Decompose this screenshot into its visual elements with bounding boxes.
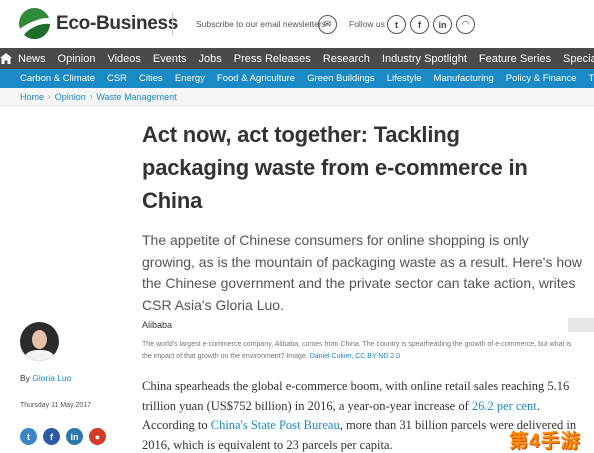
category-carbon-climate[interactable]: Carbon & Climate bbox=[14, 73, 101, 84]
site-header: Eco-Business Subscribe to our email news… bbox=[0, 0, 594, 48]
rss-icon[interactable]: ◠ bbox=[456, 15, 475, 34]
category-transport[interactable]: Transp bbox=[583, 73, 594, 84]
nav-item-videos[interactable]: Videos bbox=[101, 53, 146, 65]
side-tab[interactable] bbox=[568, 318, 594, 332]
main-nav: News Opinion Videos Events Jobs Press Re… bbox=[0, 48, 594, 69]
home-icon[interactable] bbox=[0, 53, 12, 64]
category-food-agriculture[interactable]: Food & Agriculture bbox=[211, 73, 301, 84]
body-link-growth[interactable]: 26.2 per cent bbox=[472, 399, 537, 413]
image-caption: The world's largest e-commerce company, … bbox=[142, 339, 582, 363]
author-link[interactable]: Gloria Luo bbox=[32, 373, 71, 383]
breadcrumb-waste-management[interactable]: Waste Management bbox=[96, 92, 176, 102]
site-logo[interactable]: Eco-Business bbox=[19, 8, 178, 39]
category-energy[interactable]: Energy bbox=[169, 73, 211, 84]
image-title: Alibaba bbox=[142, 320, 173, 330]
follow-label: Follow us bbox=[349, 19, 385, 29]
avatar-face bbox=[32, 330, 47, 349]
nav-item-opinion[interactable]: Opinion bbox=[52, 53, 102, 65]
category-lifestyle[interactable]: Lifestyle bbox=[381, 73, 428, 84]
breadcrumb-home[interactable]: Home bbox=[20, 92, 44, 102]
category-nav: Carbon & Climate CSR Cities Energy Food … bbox=[0, 69, 594, 88]
twitter-share-icon[interactable]: t bbox=[20, 428, 37, 445]
breadcrumb-chevron-icon: › bbox=[48, 92, 51, 101]
reddit-share-icon[interactable]: ● bbox=[89, 428, 106, 445]
logo-text: Eco-Business bbox=[56, 12, 179, 34]
nav-item-industry-spotlight[interactable]: Industry Spotlight bbox=[376, 53, 473, 65]
twitter-icon[interactable]: t bbox=[387, 15, 406, 34]
caption-credit-link[interactable]: Daniel Cukier, CC BY-ND 2.0 bbox=[310, 353, 400, 360]
linkedin-share-icon[interactable]: in bbox=[66, 428, 83, 445]
category-csr[interactable]: CSR bbox=[101, 73, 133, 84]
publish-date: Thursday 11 May 2017 bbox=[20, 402, 92, 409]
newsletter-link[interactable]: Subscribe to our email newsletters bbox=[196, 19, 326, 29]
nav-item-feature-series[interactable]: Feature Series bbox=[473, 53, 557, 65]
category-manufacturing[interactable]: Manufacturing bbox=[428, 73, 500, 84]
breadcrumb-chevron-icon: › bbox=[89, 92, 93, 101]
author-byline: By Gloria Luo bbox=[20, 373, 72, 383]
nav-item-press-releases[interactable]: Press Releases bbox=[228, 53, 317, 65]
category-green-buildings[interactable]: Green Buildings bbox=[301, 73, 381, 84]
facebook-share-icon[interactable]: f bbox=[43, 428, 60, 445]
article-intro: The appetite of Chinese consumers for on… bbox=[142, 232, 583, 313]
nav-item-special[interactable]: Special bbox=[557, 53, 594, 65]
author-avatar[interactable] bbox=[20, 322, 59, 361]
linkedin-icon[interactable]: in bbox=[433, 15, 452, 34]
byline-prefix: By bbox=[20, 373, 33, 383]
category-policy-finance[interactable]: Policy & Finance bbox=[500, 73, 583, 84]
nav-item-events[interactable]: Events bbox=[147, 53, 193, 65]
nav-item-news[interactable]: News bbox=[12, 53, 52, 65]
nav-item-research[interactable]: Research bbox=[317, 53, 376, 65]
watermark: 第4手游 bbox=[509, 431, 581, 452]
header-divider bbox=[172, 12, 173, 36]
nav-item-jobs[interactable]: Jobs bbox=[193, 53, 228, 65]
article-title: Act now, act together: Tackling packagin… bbox=[142, 122, 528, 213]
facebook-icon[interactable]: f bbox=[410, 15, 429, 34]
breadcrumb-opinion[interactable]: Opinion bbox=[55, 92, 86, 102]
logo-icon bbox=[19, 8, 50, 39]
breadcrumb: Home › Opinion › Waste Management bbox=[0, 88, 594, 106]
body-link-post-bureau[interactable]: China's State Post Bureau bbox=[211, 418, 340, 432]
avatar-shirt bbox=[25, 350, 54, 361]
category-cities[interactable]: Cities bbox=[133, 73, 169, 84]
mail-icon[interactable]: ✉ bbox=[318, 15, 337, 34]
